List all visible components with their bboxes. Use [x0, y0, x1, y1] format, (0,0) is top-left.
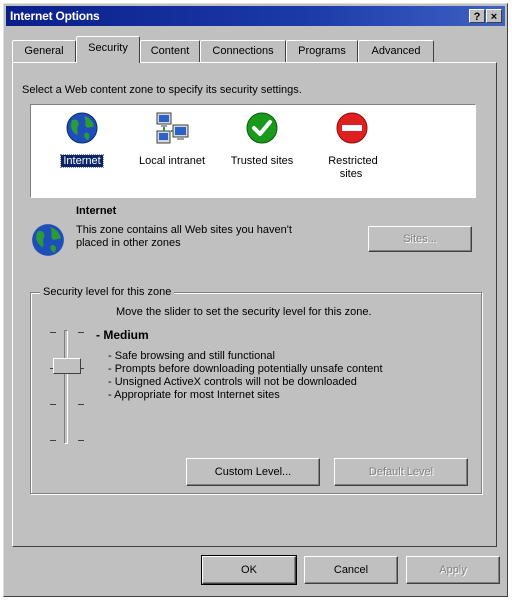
default-level-button[interactable]: Default Level — [334, 458, 468, 486]
custom-level-button[interactable]: Custom Level... — [186, 458, 320, 486]
tab-general[interactable]: General — [12, 40, 76, 62]
zone-instruction: Select a Web content zone to specify its… — [22, 84, 302, 96]
zone-local-intranet[interactable]: Local intranet — [129, 105, 215, 197]
security-level-details: - Safe browsing and still functional - P… — [108, 350, 383, 402]
selected-zone-description: This zone contains all Web sites you hav… — [76, 224, 292, 249]
zone-label: Internet — [60, 154, 104, 168]
slider-tick — [78, 440, 84, 441]
help-button[interactable]: ? — [469, 9, 485, 23]
security-slider-thumb[interactable] — [53, 358, 81, 374]
tab-label: Security — [88, 42, 128, 54]
tab-label: Connections — [212, 45, 274, 57]
close-button[interactable]: × — [486, 9, 502, 23]
zone-internet[interactable]: Internet — [39, 105, 125, 197]
slider-tick — [78, 404, 84, 405]
zone-restricted-sites[interactable]: Restricted sites — [309, 105, 395, 197]
tab-label: Programs — [298, 45, 346, 57]
security-level-name: - Medium — [96, 328, 149, 342]
title-bar[interactable]: Internet Options ? × — [6, 6, 505, 26]
checkmark-circle-icon — [246, 112, 278, 144]
globe-icon — [32, 224, 64, 256]
level-detail-item: - Safe browsing and still functional — [108, 350, 275, 362]
tab-label: Advanced — [371, 45, 421, 57]
security-level-legend: Security level for this zone — [40, 286, 175, 298]
security-level-instruction: Move the slider to set the security leve… — [116, 306, 372, 318]
tab-programs[interactable]: Programs — [286, 40, 358, 62]
zone-label: Trusted sites — [230, 155, 294, 167]
security-slider-track[interactable] — [64, 330, 68, 444]
slider-tick — [50, 440, 56, 441]
window-title: Internet Options — [10, 9, 100, 23]
no-entry-circle-icon — [336, 112, 368, 144]
tab-label: General — [24, 45, 64, 57]
tab-content[interactable]: Content — [140, 40, 200, 62]
level-detail-item: - Unsigned ActiveX controls will not be … — [108, 376, 357, 388]
zone-label: Local intranet — [138, 155, 206, 167]
zone-list[interactable]: Internet Local intranet Trusted sites Re… — [30, 104, 476, 198]
ok-button[interactable]: OK — [201, 555, 297, 585]
slider-tick — [78, 332, 84, 333]
apply-button[interactable]: Apply — [406, 556, 500, 584]
tab-advanced[interactable]: Advanced — [358, 40, 434, 62]
tab-connections[interactable]: Connections — [200, 40, 286, 62]
selected-zone-name: Internet — [76, 205, 117, 217]
slider-tick — [50, 332, 56, 333]
level-detail-item: - Appropriate for most Internet sites — [108, 389, 280, 401]
zone-trusted-sites[interactable]: Trusted sites — [219, 105, 305, 197]
level-detail-item: - Prompts before downloading potentially… — [108, 363, 383, 375]
sites-button[interactable]: Sites... — [368, 226, 472, 252]
tab-label: Content — [150, 45, 190, 57]
tab-security[interactable]: Security — [76, 36, 140, 63]
cancel-button[interactable]: Cancel — [304, 556, 398, 584]
globe-icon — [66, 112, 98, 144]
slider-tick — [50, 404, 56, 405]
zone-label: Restricted sites — [328, 155, 378, 180]
network-computers-icon — [156, 112, 189, 144]
